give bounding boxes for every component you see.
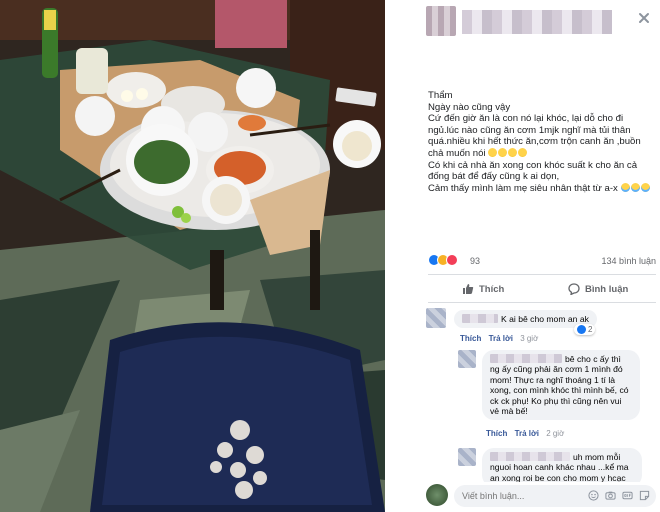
comment-meta: Thích Trả lời 3 giờ: [460, 334, 543, 343]
post-paragraph: Có khi cả nhà ăn xong con khóc suất k ch…: [428, 159, 638, 183]
crying-emoji-icon: [508, 147, 518, 157]
commenter-name-redacted[interactable]: [490, 452, 570, 461]
comment-text: K ai bê cho mom an ak: [501, 314, 589, 324]
post-paragraph: Ngày nào cũng vậy: [428, 101, 511, 113]
divider: [428, 274, 656, 275]
comment-bubble: uh mom mỗi nguoi hoan canh khác nhau ...…: [482, 448, 642, 482]
commenter-name-redacted[interactable]: [462, 314, 498, 323]
commenter-avatar[interactable]: [458, 448, 476, 466]
sticker-icon[interactable]: [639, 490, 650, 501]
comment-time[interactable]: 2 giờ: [546, 429, 564, 438]
author-avatar[interactable]: [426, 6, 456, 36]
like-reaction-icon: [577, 325, 586, 334]
like-button[interactable]: Thích: [462, 283, 504, 295]
comment-reply-item: uh mom mỗi nguoi hoan canh khác nhau ...…: [458, 448, 656, 482]
crying-emoji-icon: [518, 147, 528, 157]
author-name-redacted[interactable]: [462, 10, 612, 34]
comment-reply-link[interactable]: Trả lời: [515, 429, 539, 438]
commenter-name-redacted[interactable]: [490, 354, 562, 363]
reaction-summary: 93 134 bình luận: [428, 254, 656, 268]
gif-icon[interactable]: [622, 490, 633, 501]
laughing-emoji-icon: [630, 182, 640, 192]
love-reaction-icon: [446, 254, 458, 266]
post-paragraph: Cứ đến giờ ăn là con nó lại khóc, lại dỗ…: [428, 113, 641, 159]
comment-reply-link[interactable]: Trả lời: [489, 334, 513, 343]
post-header: [426, 6, 652, 50]
post-panel: Thẩm Ngày nào cũng vậy Cứ đến giờ ăn là …: [418, 0, 660, 512]
comment-count[interactable]: 134 bình luận: [601, 256, 656, 266]
comment-meta: Thích Trả lời 2 giờ: [486, 429, 569, 438]
crying-emoji-icon: [498, 147, 508, 157]
comment-item: K ai bê cho mom an ak 2 Thích Trả lời 3 …: [426, 308, 656, 348]
post-paragraph: Thẩm: [428, 90, 453, 101]
comment-composer: [426, 484, 656, 508]
post-body: Thẩm Ngày nào cũng vậy Cứ đến giờ ăn là …: [428, 90, 656, 194]
post-photo[interactable]: [0, 0, 385, 512]
comment-button[interactable]: Bình luận: [568, 283, 628, 295]
comment-reaction-badge[interactable]: 2: [574, 324, 596, 335]
comment-bubble: bê cho c ấy thì ng ấy cũng phải ăn cơm 1…: [482, 350, 640, 421]
divider: [428, 302, 656, 303]
current-user-avatar[interactable]: [426, 484, 448, 506]
thumbs-up-icon: [463, 284, 474, 294]
reaction-count[interactable]: 93: [470, 256, 480, 266]
comment-like-link[interactable]: Thích: [460, 334, 481, 343]
post-paragraph: Cảm thấy mình làm mẹ siêu nhân thật từ a…: [428, 182, 656, 195]
comment-like-link[interactable]: Thích: [486, 429, 507, 438]
laughing-emoji-icon: [620, 182, 630, 192]
dinner-table-photo: [0, 0, 385, 512]
laughing-emoji-icon: [640, 182, 650, 192]
comment-time[interactable]: 3 giờ: [520, 334, 538, 343]
reaction-icons[interactable]: [428, 254, 458, 268]
emoji-icon[interactable]: [588, 490, 599, 501]
camera-icon[interactable]: [605, 490, 616, 501]
close-icon[interactable]: [636, 10, 652, 26]
post-actions: Thích Bình luận: [428, 280, 656, 300]
comment-reply-item: bê cho c ấy thì ng ấy cũng phải ăn cơm 1…: [458, 350, 656, 442]
commenter-avatar[interactable]: [426, 308, 446, 328]
crying-emoji-icon: [488, 147, 498, 157]
composer-tools: [588, 490, 650, 501]
speech-bubble-icon: [568, 283, 580, 295]
commenter-avatar[interactable]: [458, 350, 476, 368]
comment-text: bê cho c ấy thì ng ấy cũng phải ăn cơm 1…: [490, 354, 629, 417]
